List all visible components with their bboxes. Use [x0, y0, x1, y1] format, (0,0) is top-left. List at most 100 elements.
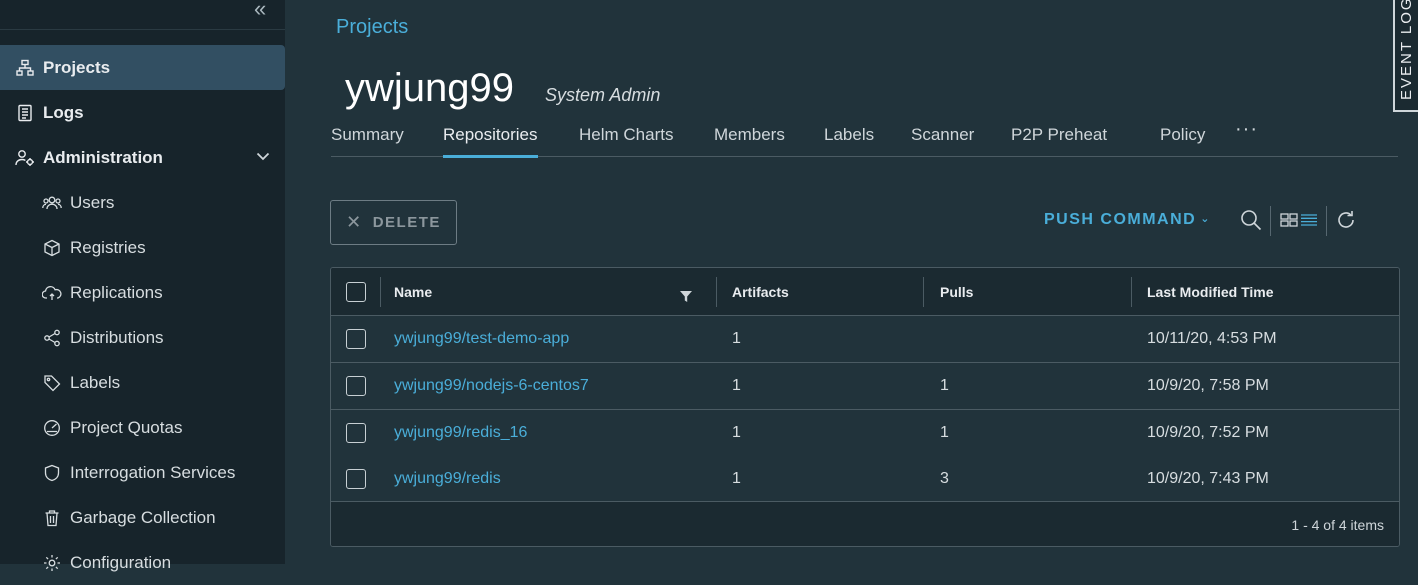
repository-name-link[interactable]: ywjung99/test-demo-app — [394, 330, 569, 348]
sidebar-item-project-quotas[interactable]: Project Quotas — [0, 405, 285, 450]
tab-bar: Summary Repositories Helm Charts Members… — [331, 118, 1398, 158]
sidebar-item-garbage-collection[interactable]: Garbage Collection — [0, 495, 285, 540]
artifacts-count: 1 — [732, 377, 741, 394]
sidebar-item-label: Configuration — [70, 552, 172, 572]
event-log-label: EVENT LOG — [1398, 0, 1415, 100]
pulls-count: 1 — [940, 424, 949, 441]
sidebar-item-projects[interactable]: Projects — [0, 45, 285, 90]
page-title: ywjung99 — [345, 66, 515, 110]
table-footer: 1 - 4 of 4 items — [331, 501, 1399, 546]
column-divider — [716, 277, 717, 307]
distributions-icon — [42, 328, 62, 348]
tab-policy[interactable]: Policy — [1160, 125, 1205, 155]
sidebar-item-label: Distributions — [70, 327, 164, 347]
tab-members[interactable]: Members — [714, 125, 785, 155]
sidebar-item-label: Administration — [43, 147, 163, 167]
column-header-name[interactable]: Name — [394, 284, 432, 300]
sidebar: « Projects Logs Administration Users Reg… — [0, 0, 285, 572]
tab-helm-charts[interactable]: Helm Charts — [579, 125, 673, 155]
tab-labels[interactable]: Labels — [824, 125, 874, 155]
chevron-down-icon[interactable] — [256, 149, 270, 168]
view-toggle-icon[interactable] — [1279, 208, 1319, 232]
table-row: ywjung99/test-demo-app 1 10/11/20, 4:53 … — [331, 316, 1399, 363]
toolbar-divider — [1270, 206, 1271, 236]
repository-name-link[interactable]: ywjung99/redis_16 — [394, 424, 527, 442]
garbage-collection-icon — [42, 508, 62, 528]
column-divider — [923, 277, 924, 307]
breadcrumb[interactable]: Projects — [336, 16, 408, 39]
labels-icon — [42, 373, 62, 393]
last-modified-time: 10/9/20, 7:52 PM — [1147, 424, 1269, 441]
interrogation-services-icon — [42, 463, 62, 483]
pagination-summary: 1 - 4 of 4 items — [1291, 517, 1384, 533]
close-icon: ✕ — [346, 212, 363, 232]
artifacts-count: 1 — [732, 330, 741, 347]
search-icon[interactable] — [1239, 208, 1263, 232]
more-tabs-icon[interactable]: ··· — [1235, 118, 1258, 141]
sidebar-item-configuration[interactable]: Configuration — [0, 540, 285, 585]
column-divider — [1131, 277, 1132, 307]
column-header-artifacts[interactable]: Artifacts — [732, 284, 789, 300]
artifacts-count: 1 — [732, 470, 741, 487]
sidebar-item-label: Registries — [70, 237, 146, 257]
chevron-down-icon: ⌄ — [1200, 213, 1211, 225]
configuration-icon — [42, 553, 62, 573]
users-icon — [42, 193, 62, 213]
select-all-checkbox[interactable] — [346, 282, 366, 302]
row-checkbox[interactable] — [346, 376, 366, 396]
last-modified-time: 10/11/20, 4:53 PM — [1147, 330, 1277, 347]
refresh-icon[interactable] — [1334, 208, 1358, 232]
pulls-count: 3 — [940, 470, 949, 487]
repository-name-link[interactable]: ywjung99/nodejs-6-centos7 — [394, 377, 589, 395]
push-command-dropdown[interactable]: PUSH COMMAND ⌄ — [1044, 211, 1211, 229]
sidebar-item-label: Garbage Collection — [70, 507, 216, 527]
sidebar-divider — [0, 29, 285, 30]
column-header-last-modified[interactable]: Last Modified Time — [1147, 284, 1274, 300]
tab-p2p-preheat[interactable]: P2P Preheat — [1011, 125, 1107, 155]
artifacts-count: 1 — [732, 424, 741, 441]
projects-icon — [15, 58, 35, 78]
last-modified-time: 10/9/20, 7:58 PM — [1147, 377, 1269, 394]
replications-icon — [42, 283, 62, 303]
table-row: ywjung99/redis_16 1 1 10/9/20, 7:52 PM — [331, 410, 1399, 457]
sidebar-item-label: Logs — [43, 102, 84, 122]
repository-name-link[interactable]: ywjung99/redis — [394, 470, 501, 488]
table-row: ywjung99/nodejs-6-centos7 1 1 10/9/20, 7… — [331, 363, 1399, 410]
table-row: ywjung99/redis 1 3 10/9/20, 7:43 PM — [331, 456, 1399, 503]
sidebar-item-administration[interactable]: Administration — [0, 135, 285, 180]
sidebar-item-label: Users — [70, 192, 115, 212]
sidebar-item-logs[interactable]: Logs — [0, 90, 285, 135]
row-checkbox[interactable] — [346, 469, 366, 489]
sidebar-item-distributions[interactable]: Distributions — [0, 315, 285, 360]
sidebar-item-registries[interactable]: Registries — [0, 225, 285, 270]
role-label: System Admin — [545, 85, 661, 105]
column-divider — [380, 277, 381, 307]
delete-button[interactable]: ✕ DELETE — [330, 200, 457, 245]
registries-icon — [42, 238, 62, 258]
tab-scanner[interactable]: Scanner — [911, 125, 974, 155]
sidebar-item-label: Interrogation Services — [70, 462, 236, 482]
sidebar-item-users[interactable]: Users — [0, 180, 285, 225]
administration-icon — [15, 148, 35, 168]
column-header-pulls[interactable]: Pulls — [940, 284, 973, 300]
sidebar-item-interrogation-services[interactable]: Interrogation Services — [0, 450, 285, 495]
last-modified-time: 10/9/20, 7:43 PM — [1147, 470, 1269, 487]
sidebar-item-labels[interactable]: Labels — [0, 360, 285, 405]
row-checkbox[interactable] — [346, 423, 366, 443]
filter-icon[interactable] — [680, 289, 692, 307]
pulls-count: 1 — [940, 377, 949, 394]
project-quotas-icon — [42, 418, 62, 438]
logs-icon — [15, 103, 35, 123]
table-header: Name Artifacts Pulls Last Modified Time — [331, 268, 1399, 316]
sidebar-item-label: Projects — [43, 57, 111, 77]
sidebar-item-label: Labels — [70, 372, 121, 392]
delete-button-label: DELETE — [372, 214, 441, 231]
repositories-table: Name Artifacts Pulls Last Modified Time … — [330, 267, 1400, 547]
collapse-sidebar-icon[interactable]: « — [254, 0, 266, 20]
sidebar-item-replications[interactable]: Replications — [0, 270, 285, 315]
event-log-tab[interactable]: EVENT LOG — [1393, 0, 1418, 112]
tab-summary[interactable]: Summary — [331, 125, 404, 155]
push-command-label: PUSH COMMAND — [1044, 211, 1197, 228]
row-checkbox[interactable] — [346, 329, 366, 349]
tab-repositories[interactable]: Repositories — [443, 125, 538, 158]
